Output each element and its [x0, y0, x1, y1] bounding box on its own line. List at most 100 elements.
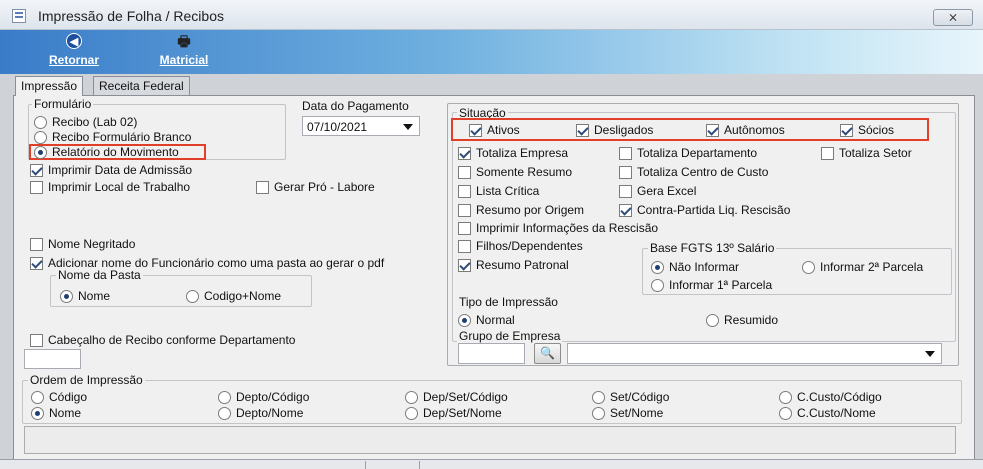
checkbox-label: Resumo Patronal [476, 258, 569, 272]
checkbox-contra-partida[interactable]: Contra-Partida Liq. Rescisão [619, 203, 790, 217]
radio-label: Nome [78, 289, 111, 303]
checkbox-autonomos[interactable]: Autônomos [706, 123, 785, 137]
checkbox-filhos-dependentes[interactable]: Filhos/Dependentes [458, 239, 583, 253]
checkbox-cabecalho-recibo[interactable]: Cabeçalho de Recibo conforme Departament… [30, 333, 295, 347]
radio-indicator [592, 390, 605, 404]
checkbox-indicator [458, 239, 471, 253]
radio-ordem-ccusto-codigo[interactable]: C.Custo/Código [779, 390, 882, 404]
radio-tipo-normal[interactable]: Normal [458, 313, 515, 327]
radio-ordem-nome[interactable]: Nome [31, 406, 81, 420]
radio-ordem-codigo[interactable]: Código [31, 390, 87, 404]
grupo-empresa-legend: Grupo de Empresa [457, 329, 563, 343]
departamento-input[interactable] [24, 349, 81, 369]
radio-ordem-set-codigo[interactable]: Set/Código [592, 390, 669, 404]
radio-label: Relatório do Movimento [52, 145, 179, 159]
radio-tipo-resumido[interactable]: Resumido [706, 313, 778, 327]
checkbox-desligados[interactable]: Desligados [576, 123, 653, 137]
checkbox-indicator [30, 256, 43, 270]
checkbox-indicator [619, 165, 632, 179]
radio-label: Recibo (Lab 02) [52, 115, 138, 129]
checkbox-label: Sócios [858, 123, 895, 137]
radio-pasta-nome[interactable]: Nome [60, 289, 110, 303]
grupo-empresa-search-button[interactable]: 🔍 [534, 343, 561, 364]
data-pagamento-select[interactable]: 07/10/2021 [302, 116, 420, 136]
radio-indicator [34, 145, 47, 159]
radio-label: Depto/Código [236, 390, 310, 404]
checkbox-socios[interactable]: Sócios [840, 123, 894, 137]
tab-impressao[interactable]: Impressão [15, 76, 84, 96]
matricial-button[interactable]: 🖶 Matricial [150, 33, 218, 71]
nome-pasta-legend: Nome da Pasta [56, 268, 143, 282]
radio-informar-2a-parcela[interactable]: Informar 2ª Parcela [802, 260, 923, 274]
radio-label: C.Custo/Código [797, 390, 882, 404]
matricial-label: Matricial [159, 53, 209, 67]
checkbox-ativos[interactable]: Ativos [469, 123, 520, 137]
radio-indicator [458, 313, 471, 327]
radio-ordem-depto-codigo[interactable]: Depto/Código [218, 390, 309, 404]
checkbox-indicator [840, 123, 853, 137]
radio-indicator [651, 260, 664, 274]
radio-indicator [405, 390, 418, 404]
window-title: Impressão de Folha / Recibos [38, 8, 224, 24]
checkbox-lista-critica[interactable]: Lista Crítica [458, 184, 539, 198]
radio-indicator [651, 278, 664, 292]
checkbox-nome-negritado[interactable]: Nome Negritado [30, 237, 135, 251]
radio-indicator [31, 406, 44, 420]
checkbox-totaliza-setor[interactable]: Totaliza Setor [821, 146, 912, 160]
toolbar: ◀ Retornar 🖶 Matricial [0, 30, 983, 74]
close-button[interactable]: ⨯ [933, 9, 973, 26]
radio-ordem-dep-set-codigo[interactable]: Dep/Set/Código [405, 390, 508, 404]
checkbox-indicator [706, 123, 719, 137]
checkbox-totaliza-departamento[interactable]: Totaliza Departamento [619, 146, 757, 160]
checkbox-indicator [30, 180, 43, 194]
radio-label: Normal [476, 313, 515, 327]
radio-informar-1a-parcela[interactable]: Informar 1ª Parcela [651, 278, 772, 292]
checkbox-imprimir-data-admissao[interactable]: Imprimir Data de Admissão [30, 163, 192, 177]
checkbox-label: Cabeçalho de Recibo conforme Departament… [48, 333, 296, 347]
retornar-button[interactable]: ◀ Retornar [44, 33, 104, 71]
checkbox-label: Contra-Partida Liq. Rescisão [637, 203, 791, 217]
checkbox-label: Autônomos [724, 123, 785, 137]
radio-indicator [218, 390, 231, 404]
checkbox-gera-excel[interactable]: Gera Excel [619, 184, 696, 198]
radio-relatorio-movimento[interactable]: Relatório do Movimento [34, 145, 179, 159]
checkbox-indicator [619, 184, 632, 198]
radio-ordem-ccusto-nome[interactable]: C.Custo/Nome [779, 406, 876, 420]
radio-indicator [31, 390, 44, 404]
checkbox-label: Imprimir Data de Admissão [48, 163, 193, 177]
data-pagamento-label: Data do Pagamento [302, 99, 409, 113]
grupo-empresa-code-input[interactable] [458, 343, 525, 364]
radio-pasta-codigo-nome[interactable]: Codigo+Nome [186, 289, 281, 303]
checkbox-imprimir-local-trabalho[interactable]: Imprimir Local de Trabalho [30, 180, 190, 194]
checkbox-somente-resumo[interactable]: Somente Resumo [458, 165, 572, 179]
radio-ordem-depto-nome[interactable]: Depto/Nome [218, 406, 303, 420]
grupo-empresa-select[interactable] [567, 343, 942, 364]
radio-nao-informar[interactable]: Não Informar [651, 260, 739, 274]
radio-indicator [779, 406, 792, 420]
checkbox-resumo-origem[interactable]: Resumo por Origem [458, 203, 584, 217]
checkbox-gerar-pro-labore[interactable]: Gerar Pró - Labore [256, 180, 375, 194]
radio-ordem-set-nome[interactable]: Set/Nome [592, 406, 663, 420]
base-fgts-legend: Base FGTS 13º Salário [648, 241, 777, 255]
checkbox-label: Gerar Pró - Labore [274, 180, 375, 194]
checkbox-indicator [458, 203, 471, 217]
app-window-icon [12, 9, 26, 23]
chevron-down-icon [403, 124, 413, 130]
printer-icon: 🖶 [177, 33, 191, 49]
checkbox-totaliza-centro-custo[interactable]: Totaliza Centro de Custo [619, 165, 768, 179]
radio-recibo-lab02[interactable]: Recibo (Lab 02) [34, 115, 137, 129]
radio-recibo-formulario-branco[interactable]: Recibo Formulário Branco [34, 130, 191, 144]
checkbox-resumo-patronal[interactable]: Resumo Patronal [458, 258, 569, 272]
checkbox-label: Imprimir Informações da Rescisão [476, 221, 659, 235]
checkbox-imprimir-info-rescisao[interactable]: Imprimir Informações da Rescisão [458, 221, 658, 235]
tab-receita-federal[interactable]: Receita Federal [93, 76, 190, 95]
checkbox-indicator [821, 146, 834, 160]
checkbox-indicator [576, 123, 589, 137]
checkbox-label: Gera Excel [637, 184, 697, 198]
checkbox-totaliza-empresa[interactable]: Totaliza Empresa [458, 146, 568, 160]
radio-ordem-dep-set-nome[interactable]: Dep/Set/Nome [405, 406, 502, 420]
radio-label: Código [49, 390, 88, 404]
checkbox-indicator [458, 165, 471, 179]
radio-label: Resumido [724, 313, 779, 327]
checkbox-indicator [458, 146, 471, 160]
